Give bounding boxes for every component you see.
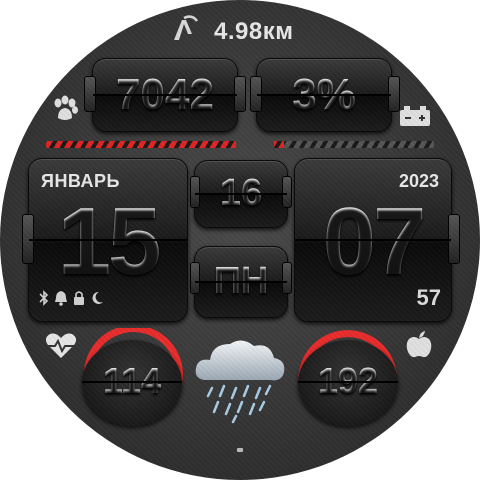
time-tile[interactable]: 2023 07 57 — [294, 158, 452, 322]
paw-icon — [50, 94, 80, 124]
seconds-value: 57 — [416, 285, 441, 310]
weekday-value: ПН — [195, 257, 287, 305]
moon-icon — [92, 291, 103, 304]
heart-rate-gauge[interactable]: 114 — [82, 340, 182, 426]
day-value: 15 — [29, 187, 187, 297]
rain-cloud-icon — [190, 330, 290, 426]
battery-icon — [398, 104, 432, 128]
weekday-tile[interactable]: ПН — [194, 246, 288, 318]
week-number-value: 16 — [195, 169, 287, 217]
steps-progress-bar — [46, 141, 236, 148]
date-tile[interactable]: ЯНВАРЬ 15 — [28, 158, 188, 322]
lock-icon — [74, 291, 84, 305]
bluetooth-icon — [39, 290, 49, 306]
alarm-bell-icon — [55, 291, 67, 306]
week-number-tile[interactable]: 16 — [194, 160, 288, 228]
apple-icon — [404, 330, 434, 360]
steps-tile[interactable]: 7042 — [92, 58, 238, 132]
battery-progress-fill — [274, 141, 284, 148]
other-metric-gauge[interactable]: 192 — [298, 340, 398, 426]
battery-value: 3% — [257, 69, 391, 121]
distance-value: 4.98км — [214, 18, 294, 45]
battery-tile[interactable]: 3% — [256, 58, 392, 132]
page-indicator — [237, 448, 243, 452]
battery-progress-bar — [274, 141, 434, 148]
hours-value: 07 — [295, 187, 451, 297]
heart-pulse-icon — [44, 332, 78, 360]
steps-value: 7042 — [93, 69, 237, 121]
walking-route-icon — [170, 14, 200, 44]
status-icons — [39, 289, 104, 307]
watch-face: 4.98км 7042 3% ЯНВАРЬ 15 16 ПН 2023 07 5… — [0, 0, 480, 480]
